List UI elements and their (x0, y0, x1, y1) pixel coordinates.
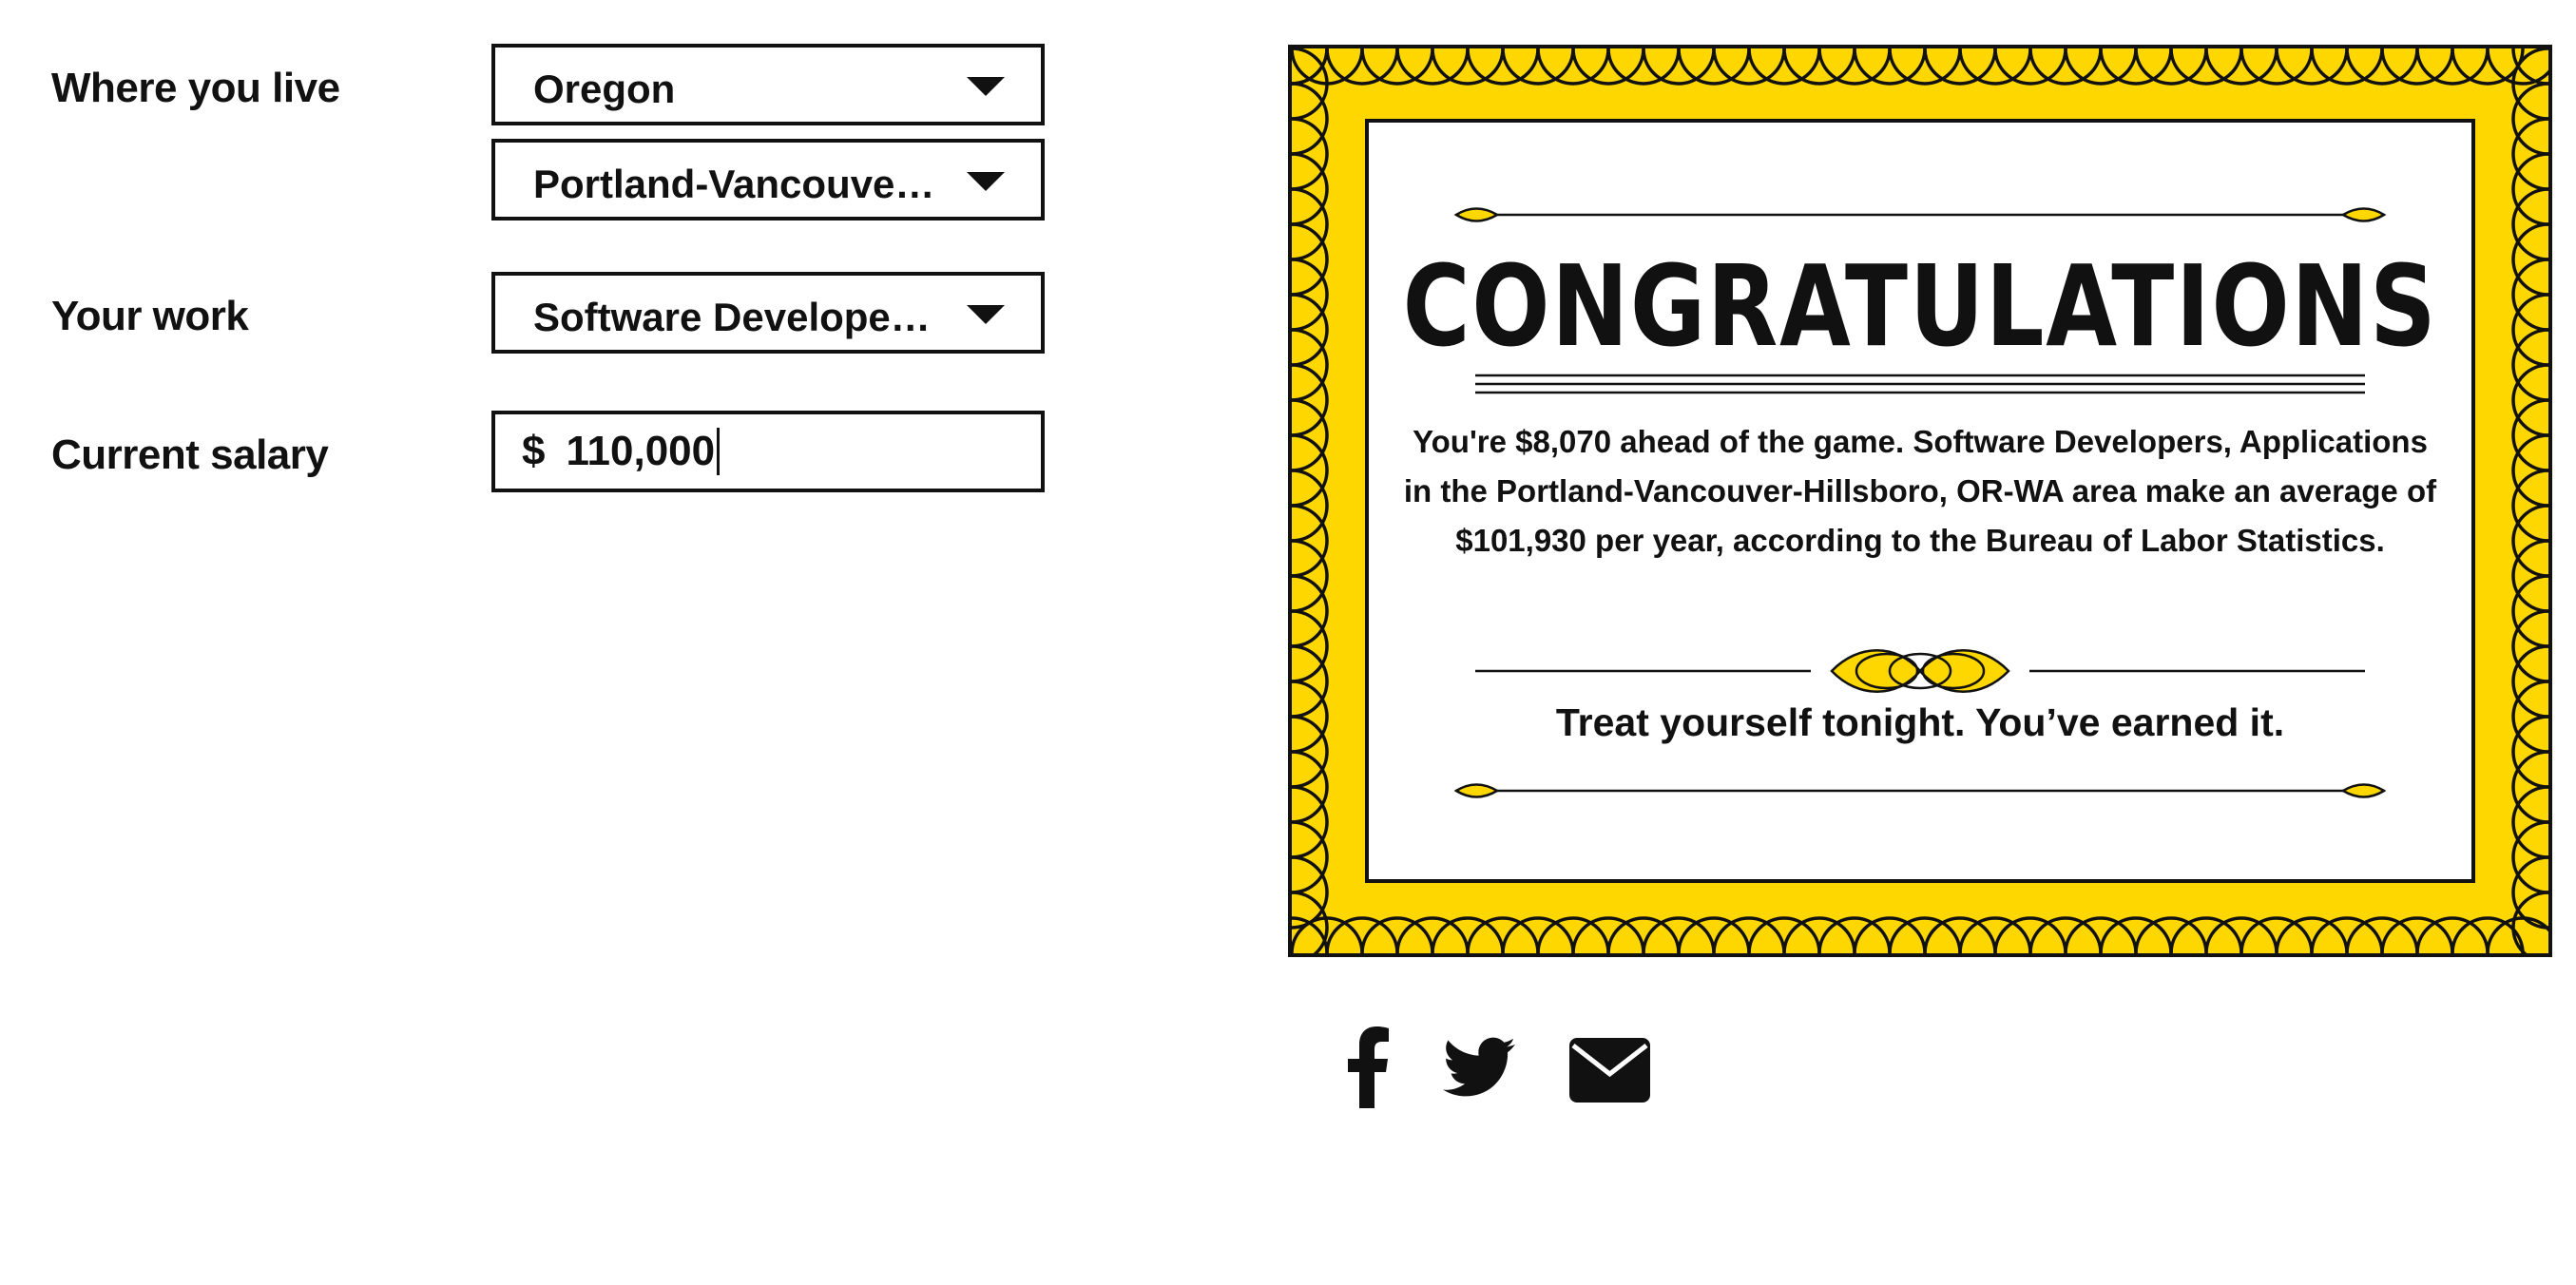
email-icon[interactable] (1569, 1038, 1650, 1103)
salary-input-value[interactable]: 110,000 (566, 428, 721, 475)
salary-label: Current salary (51, 432, 329, 478)
chevron-down-icon (967, 77, 1005, 96)
twitter-icon[interactable] (1443, 1026, 1515, 1108)
certificate-footer: Treat yourself tonight. You’ve earned it… (1555, 700, 2285, 744)
state-select-value: Oregon (533, 67, 676, 111)
facebook-icon[interactable] (1348, 1026, 1390, 1108)
chevron-down-icon (967, 305, 1005, 324)
occupation-select-value: Software Developers, Applications (533, 295, 946, 339)
occupation-select[interactable]: Software Developers, Applications (491, 272, 1045, 354)
salary-input[interactable]: $ 110,000 (491, 411, 1045, 492)
work-label: Your work (51, 293, 249, 339)
certificate-message: You're $8,070 ahead of the game. Softwar… (1403, 424, 2437, 558)
certificate-title: CONGRATULATIONS (1402, 240, 2438, 372)
location-label: Where you live (51, 65, 340, 111)
metro-select[interactable]: Portland-Vancouver-Hillsboro, OR-WA (491, 139, 1045, 221)
chevron-down-icon (967, 172, 1005, 191)
certificate: CONGRATULATIONS You're $8,070 ahead of t… (1288, 45, 2552, 957)
metro-select-value: Portland-Vancouver-Hillsboro, OR-WA (533, 162, 946, 206)
state-select[interactable]: Oregon (491, 44, 1045, 125)
currency-symbol: $ (522, 428, 546, 474)
